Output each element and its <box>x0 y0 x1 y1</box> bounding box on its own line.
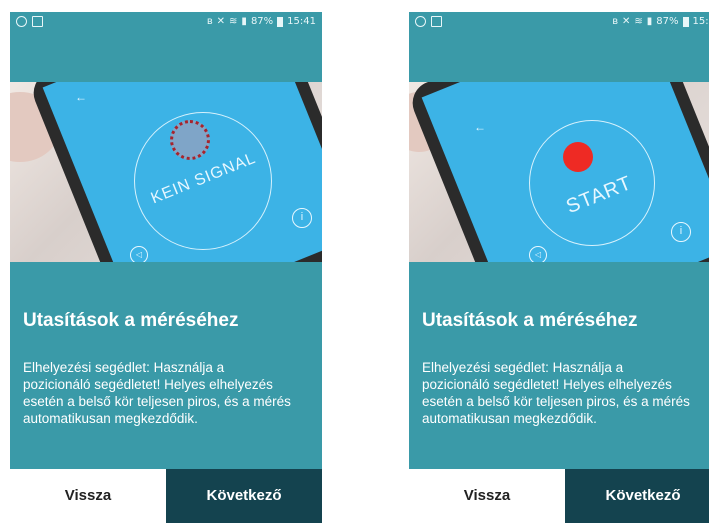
status-bar: ʙ ✕ ≋ ▮ 87% 15:4 <box>409 12 709 34</box>
battery-percent: 87% <box>250 16 274 27</box>
image-icon <box>431 16 442 27</box>
app-icon <box>415 16 426 27</box>
info-icon: i <box>671 222 691 242</box>
speaker-icon: ◁ <box>529 246 547 262</box>
clock: 15:4 <box>692 16 709 27</box>
back-arrow-icon: ← <box>474 120 486 134</box>
mute-icon: ✕ <box>216 16 226 27</box>
next-button[interactable]: Következő <box>166 469 322 523</box>
next-button[interactable]: Következő <box>565 469 709 523</box>
wifi-icon: ≋ <box>634 16 643 27</box>
status-bar: ʙ ✕ ≋ ▮ 87% 15:41 <box>10 12 322 34</box>
mute-icon: ✕ <box>622 16 631 27</box>
screen-right: ʙ ✕ ≋ ▮ 87% 15:4 ← START i ◁ Utasítások … <box>409 12 709 523</box>
signal-icon: ▮ <box>241 16 247 27</box>
back-button[interactable]: Vissza <box>409 469 565 523</box>
target-indicator <box>170 120 210 160</box>
info-icon: i <box>292 208 312 228</box>
bluetooth-icon: ʙ <box>206 16 213 27</box>
instruction-photo: ← START i ◁ <box>409 82 709 262</box>
battery-percent: 87% <box>656 16 679 27</box>
start-dot <box>563 142 593 172</box>
speaker-icon: ◁ <box>130 246 148 262</box>
clock: 15:41 <box>287 16 316 27</box>
back-arrow-icon: ← <box>75 90 87 104</box>
instruction-photo: ← KEIN SIGNAL i ◁ <box>10 82 322 262</box>
screen-left: ʙ ✕ ≋ ▮ 87% 15:41 ← KEIN SIGNAL i ◁ Utas… <box>10 12 322 523</box>
page-title: Utasítások a méréséhez <box>422 310 638 331</box>
app-icon <box>16 16 27 27</box>
instruction-text: Elhelyezési segédlet: Használja a pozici… <box>23 360 291 426</box>
battery-icon <box>682 16 689 27</box>
start-ring <box>529 120 655 246</box>
bluetooth-icon: ʙ <box>612 16 618 27</box>
instruction-text: Elhelyezési segédlet: Használja a pozici… <box>422 360 690 426</box>
wifi-icon: ≋ <box>229 16 238 27</box>
page-title: Utasítások a méréséhez <box>23 310 239 331</box>
battery-icon <box>277 16 284 27</box>
back-button[interactable]: Vissza <box>10 469 166 523</box>
signal-icon: ▮ <box>646 16 653 27</box>
image-icon <box>32 16 43 27</box>
